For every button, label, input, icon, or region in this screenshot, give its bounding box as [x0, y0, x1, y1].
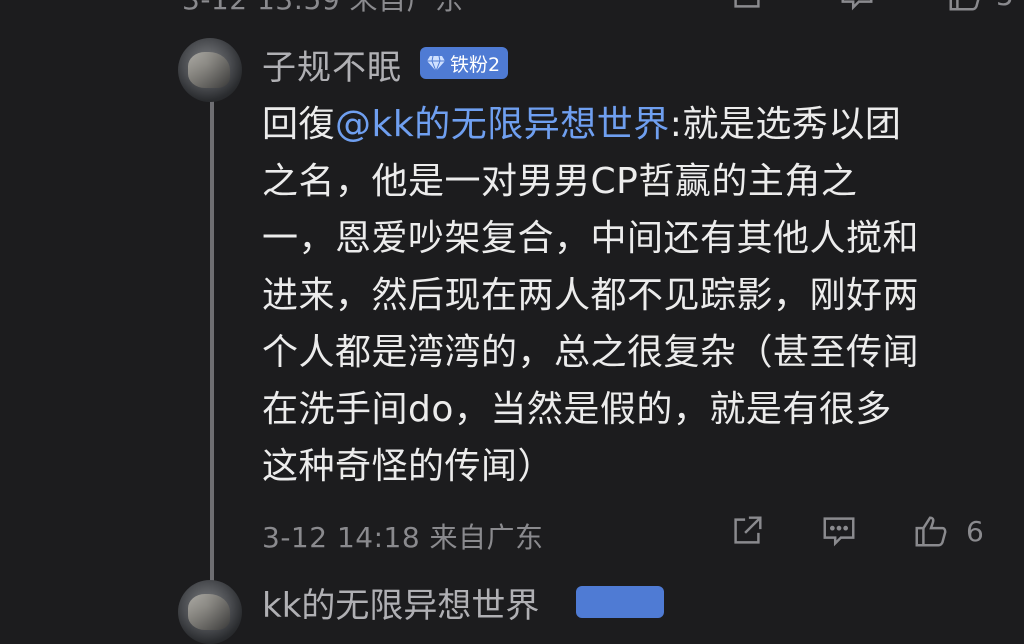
comment-text: :就是选秀以团 — [669, 104, 902, 145]
previous-comment-button[interactable] — [838, 0, 876, 14]
comment-actions: 6 — [728, 512, 984, 550]
comment-line: 之名，他是一对男男CP哲赢的主角之 — [262, 161, 858, 202]
comment-meta: 3-12 14:18 来自广东 — [262, 521, 544, 554]
fan-badge[interactable]: 铁粉2 — [420, 47, 509, 79]
like-icon — [915, 516, 947, 547]
previous-comment-actions: 5 — [728, 0, 1014, 14]
username[interactable]: 子规不眠 — [262, 40, 402, 89]
share-icon — [734, 0, 760, 8]
comment-icon — [841, 0, 873, 11]
comment-line: 这种奇怪的传闻） — [262, 446, 555, 487]
like-icon — [949, 0, 980, 11]
thread-line — [210, 98, 214, 598]
comment-line: 进来，然后现在两人都不见踪影，刚好两 — [262, 275, 920, 316]
comment-line-1: 回復@kk的无限异想世界:就是选秀以团 — [262, 96, 992, 153]
reply-prefix: 回復 — [262, 104, 336, 145]
diamond-icon — [427, 55, 445, 73]
next-badge[interactable] — [576, 586, 664, 618]
avatar[interactable] — [178, 38, 242, 102]
comment-line: 在洗手间do，当然是假的，就是有很多 — [262, 389, 892, 430]
badge-label: 铁粉2 — [450, 53, 501, 76]
previous-share-button[interactable] — [728, 0, 766, 14]
comment-line: 一，恩爱吵架复合，中间还有其他人搅和 — [262, 218, 920, 259]
previous-comment-meta: 3-12 13:59 来自广东 — [182, 0, 464, 18]
next-username[interactable]: kk的无限异想世界 — [262, 578, 539, 627]
comment-icon — [823, 517, 855, 547]
like-count: 6 — [966, 514, 984, 548]
comment-body: 回復@kk的无限异想世界:就是选秀以团 之名，他是一对男男CP哲赢的主角之 一，… — [262, 96, 992, 495]
previous-like-count: 5 — [996, 0, 1014, 12]
share-icon — [734, 516, 762, 544]
like-button[interactable]: 6 — [912, 512, 984, 550]
reply-button[interactable] — [820, 512, 858, 550]
comment-line: 个人都是湾湾的，总之很复杂（甚至传闻 — [262, 332, 920, 373]
mention-link[interactable]: @kk的无限异想世界 — [335, 104, 670, 145]
share-button[interactable] — [728, 512, 766, 550]
previous-like-button[interactable]: 5 — [946, 0, 1014, 14]
next-avatar[interactable] — [178, 580, 242, 644]
